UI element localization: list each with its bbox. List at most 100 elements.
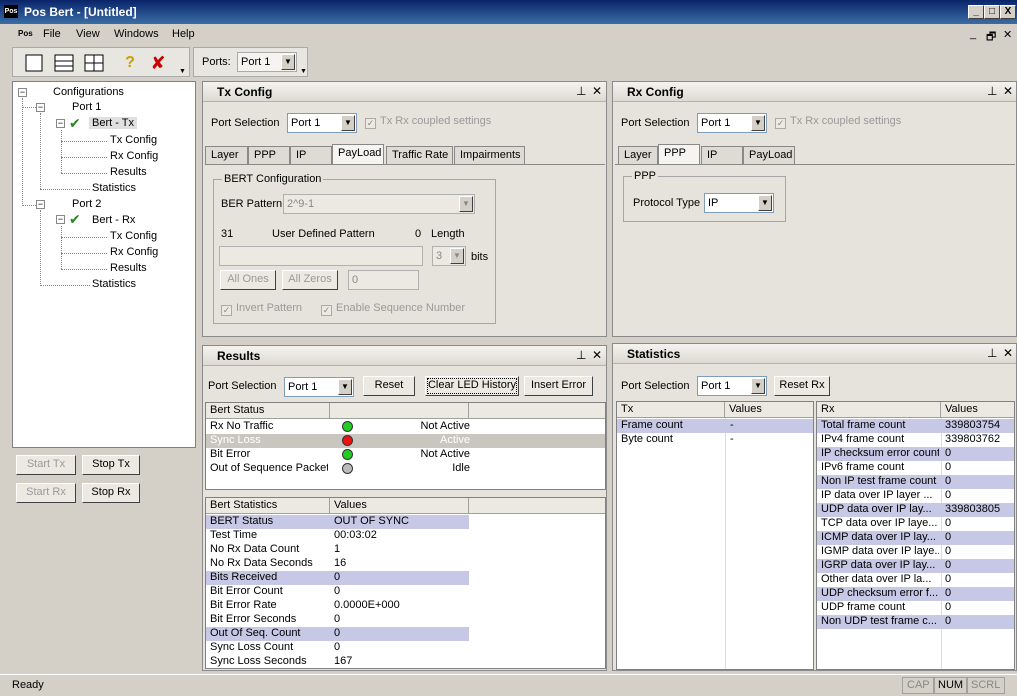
coupled-settings-checkbox[interactable]: ✓ Tx Rx coupled settings: [365, 115, 491, 129]
tab-layer[interactable]: Layer: [618, 146, 658, 164]
protocol-type-select[interactable]: IP ▼: [704, 193, 774, 213]
menu-view[interactable]: View: [76, 28, 100, 40]
stat-name: IP data over IP layer ...: [821, 489, 933, 501]
pattern-lsb-label: 0: [415, 228, 422, 240]
chevron-down-icon: ▼: [341, 115, 355, 131]
grid-view-icon[interactable]: [83, 52, 105, 74]
tree-item-statistics[interactable]: Statistics: [92, 182, 136, 194]
collapse-icon[interactable]: −: [18, 88, 27, 97]
tree-item-bert-rx[interactable]: Bert - Rx: [92, 214, 135, 226]
ber-pattern-select[interactable]: 2^9-1 ▼: [283, 194, 475, 214]
column-header: [469, 498, 605, 514]
tree-item-port-1[interactable]: Port 1: [72, 101, 101, 113]
tree-item-statistics[interactable]: Statistics: [92, 278, 136, 290]
toolbar-overflow-icon[interactable]: ▼: [300, 68, 307, 75]
status-state: Not Active: [420, 448, 470, 460]
stat-value: 16: [334, 557, 347, 569]
table-row: Non UDP test frame c... 0: [817, 615, 1014, 629]
tree-item-port-2[interactable]: Port 2: [72, 198, 101, 210]
menu-help[interactable]: Help: [172, 28, 195, 40]
menu-windows[interactable]: Windows: [114, 28, 159, 40]
check-icon: ✔: [69, 115, 81, 131]
user-defined-pattern-input[interactable]: [219, 246, 423, 266]
pin-icon[interactable]: ⊥: [987, 346, 997, 360]
mdi-restore-icon[interactable]: 🗗: [986, 28, 996, 47]
menu-file[interactable]: File: [43, 28, 61, 40]
enable-sequence-checkbox[interactable]: ✓ Enable Sequence Number: [321, 302, 465, 316]
tab-traffic-rate[interactable]: Traffic Rate: [386, 146, 453, 164]
stat-value: 167: [334, 655, 353, 667]
stat-value: 0: [945, 517, 952, 529]
close-button[interactable]: X: [1000, 5, 1016, 19]
start-rx-button[interactable]: Start Rx: [16, 483, 76, 503]
insert-error-button[interactable]: Insert Error: [524, 376, 593, 396]
close-icon[interactable]: ✕: [592, 348, 602, 362]
status-text: Ready: [12, 679, 44, 691]
tree-item-bert-tx[interactable]: Bert - Tx: [89, 117, 137, 129]
collapse-icon[interactable]: −: [56, 215, 65, 224]
single-view-icon[interactable]: [23, 52, 45, 74]
group-title: PPP: [632, 170, 659, 182]
pin-icon[interactable]: ⊥: [987, 84, 997, 98]
start-tx-button[interactable]: Start Tx: [16, 455, 76, 475]
pattern-value-input[interactable]: 0: [348, 270, 419, 290]
pin-icon[interactable]: ⊥: [576, 348, 586, 362]
chevron-down-icon: ▼: [751, 115, 765, 131]
mdi-minimize-icon[interactable]: _: [970, 28, 976, 40]
mdi-close-icon[interactable]: ✕: [1003, 28, 1012, 41]
collapse-icon[interactable]: −: [36, 103, 45, 112]
coupled-settings-checkbox[interactable]: ✓ Tx Rx coupled settings: [775, 115, 901, 129]
table-row: IGMP data over IP laye... 0: [817, 545, 1014, 559]
toolbar-overflow-icon[interactable]: ▼: [179, 68, 186, 75]
close-icon[interactable]: ✕: [592, 84, 602, 98]
tree-item-results[interactable]: Results: [110, 262, 147, 274]
split-view-icon[interactable]: [53, 52, 75, 74]
close-icon[interactable]: ✕: [1003, 346, 1013, 360]
collapse-icon[interactable]: −: [56, 119, 65, 128]
tab-ip[interactable]: IP: [290, 146, 332, 164]
maximize-button[interactable]: □: [984, 5, 1000, 19]
minimize-button[interactable]: _: [968, 5, 984, 19]
all-zeros-button[interactable]: All Zeros: [282, 270, 338, 290]
reset-button[interactable]: Reset: [363, 376, 415, 396]
stat-value: 0: [945, 587, 952, 599]
collapse-icon[interactable]: −: [36, 200, 45, 209]
ber-pattern-label: BER Pattern: [221, 198, 283, 210]
port-selection-select[interactable]: Port 1 ▼: [284, 377, 354, 397]
tab-ip[interactable]: IP: [701, 146, 743, 164]
tab-ppp[interactable]: PPP: [658, 144, 700, 164]
tab-payload[interactable]: PayLoad: [743, 146, 795, 164]
tree-item-rx-config[interactable]: Rx Config: [110, 246, 158, 258]
delete-icon[interactable]: ✘: [147, 52, 169, 74]
tree-item-rx-config[interactable]: Rx Config: [110, 150, 158, 162]
tree-item-results[interactable]: Results: [110, 166, 147, 178]
stop-rx-button[interactable]: Stop Rx: [82, 483, 140, 503]
tab-ppp[interactable]: PPP: [248, 146, 290, 164]
column-header: Rx: [817, 402, 941, 418]
table-row: Frame count -: [617, 419, 813, 433]
panel-title: Rx Config: [613, 82, 1016, 102]
pin-icon[interactable]: ⊥: [576, 84, 586, 98]
table-row: IGRP data over IP lay... 0: [817, 559, 1014, 573]
length-select[interactable]: 3 ▼: [432, 246, 466, 266]
help-icon[interactable]: ?: [119, 52, 141, 74]
stop-tx-button[interactable]: Stop Tx: [82, 455, 140, 475]
tree-item-tx-config[interactable]: Tx Config: [110, 134, 157, 146]
port-selection-select[interactable]: Port 1 ▼: [697, 113, 767, 133]
tree-item-tx-config[interactable]: Tx Config: [110, 230, 157, 242]
table-row: IPv4 frame count 339803762: [817, 433, 1014, 447]
port-selection-select[interactable]: Port 1 ▼: [697, 376, 767, 396]
ports-select[interactable]: Port 1 ▼: [237, 52, 297, 72]
tab-payload[interactable]: PayLoad: [332, 144, 384, 164]
tree-item-configurations[interactable]: Configurations: [53, 86, 124, 98]
stat-name: IGMP data over IP laye...: [821, 545, 939, 557]
close-icon[interactable]: ✕: [1003, 84, 1013, 98]
clear-led-history-button[interactable]: Clear LED History: [425, 376, 519, 396]
reset-rx-button[interactable]: Reset Rx: [774, 376, 830, 396]
invert-pattern-checkbox[interactable]: ✓ Invert Pattern: [221, 302, 302, 316]
tab-layer[interactable]: Layer: [205, 146, 248, 164]
table-row: UDP checksum error f... 0: [817, 587, 1014, 601]
port-selection-select[interactable]: Port 1 ▼: [287, 113, 357, 133]
all-ones-button[interactable]: All Ones: [220, 270, 276, 290]
tab-impairments[interactable]: Impairments: [454, 146, 525, 164]
